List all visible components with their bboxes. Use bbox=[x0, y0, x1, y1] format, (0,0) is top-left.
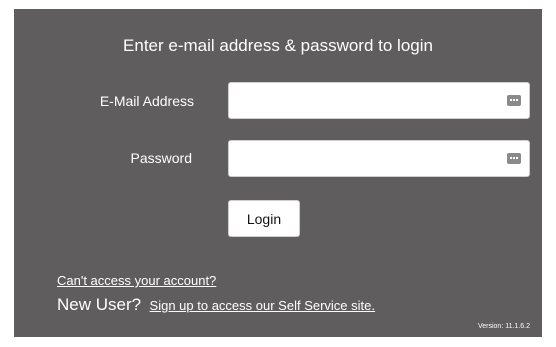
login-button[interactable]: Login bbox=[228, 200, 300, 237]
password-field[interactable] bbox=[228, 140, 530, 177]
new-user-row: New User? Sign up to access our Self Ser… bbox=[57, 295, 375, 315]
login-panel: Enter e-mail address & password to login… bbox=[14, 9, 542, 337]
password-manager-icon[interactable] bbox=[507, 153, 521, 164]
email-label: E-Mail Address bbox=[99, 93, 194, 109]
password-label: Password bbox=[130, 150, 192, 166]
new-user-label: New User? bbox=[57, 295, 142, 314]
login-heading: Enter e-mail address & password to login bbox=[123, 36, 433, 55]
cant-access-account-link[interactable]: Can't access your account? bbox=[57, 273, 216, 288]
password-manager-icon[interactable] bbox=[507, 95, 521, 106]
email-field[interactable] bbox=[228, 82, 530, 119]
signup-link[interactable]: Sign up to access our Self Service site. bbox=[150, 298, 375, 313]
version-text: Version: 11.1.6.2 bbox=[477, 323, 530, 330]
